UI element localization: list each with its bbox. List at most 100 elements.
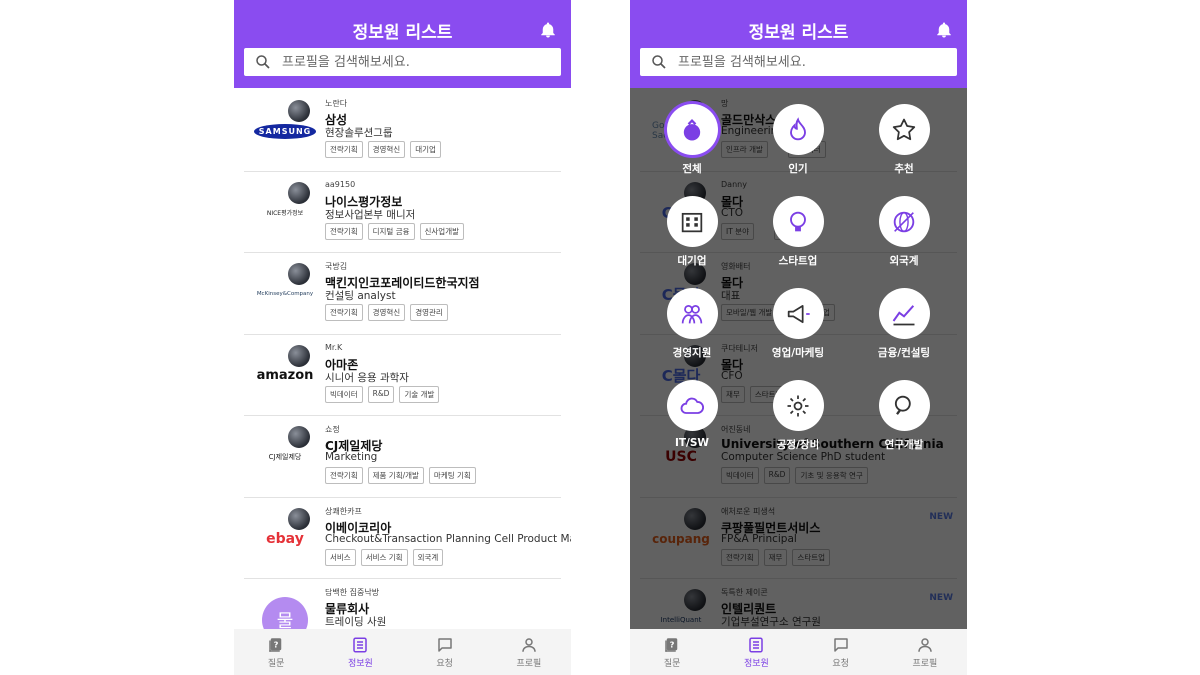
nav-request[interactable]: 요청 — [799, 629, 883, 675]
tag-chip: 신사업개발 — [419, 222, 464, 240]
magnifier-icon — [894, 395, 911, 415]
category-gear[interactable]: 공정/장비 — [763, 380, 833, 452]
tag-chip: 마케팅 기획 — [428, 467, 476, 484]
question-icon: ? — [665, 637, 678, 652]
category-magnifier[interactable]: 연구개발 — [869, 380, 939, 452]
profile-card[interactable]: ebay 상쾌한카프 이베이코리아 Checkout&Transaction Plan… — [244, 498, 571, 579]
nav-request[interactable]: 요청 — [403, 629, 487, 675]
category-megaphone[interactable]: 영업/마케팅 — [763, 288, 833, 360]
tag-list: 전략기획 디지털 금융 신사업개발 — [325, 222, 464, 240]
category-star[interactable]: 추천 — [869, 104, 939, 176]
bell-icon[interactable] — [935, 20, 953, 40]
tag-chip: 외국계 — [412, 548, 444, 566]
nav-request-label: 요청 — [832, 658, 849, 669]
profile-card[interactable]: McKinsey&Company 국방김 맥킨지인코포레이티드한국지점 컨설팅 ana… — [244, 253, 561, 335]
avatar — [288, 263, 310, 285]
search-bar[interactable] — [244, 48, 561, 76]
avatar — [288, 344, 310, 367]
tag-chip: R&D — [367, 385, 395, 403]
tag-list: 전략기획 경영혁신 대기업 — [325, 141, 441, 158]
category-pouch[interactable]: 전체 — [657, 104, 727, 176]
category-circle — [878, 196, 930, 247]
profile-card[interactable]: NICE평가정보 aa9150 나이스평가정보 정보사업본부 매니저 전략기획 디지털 금… — [244, 172, 561, 253]
tag-chip: 전략기획 — [325, 304, 363, 321]
phone-screen-category: 정보원 리스트 Goldman Sachs망골드만삭스Engineering인프… — [630, 0, 967, 675]
tag-chip: 경영관리 — [410, 304, 448, 321]
category-label: 대기업 — [677, 255, 707, 267]
nav-question[interactable]: ? 질문 — [234, 629, 318, 675]
person-icon — [918, 637, 932, 652]
company-logo-text: NICE평가정보 — [266, 210, 304, 217]
star-icon — [892, 118, 916, 140]
avatar — [288, 426, 310, 448]
category-flame[interactable]: 인기 — [763, 104, 833, 176]
category-label: 추천 — [894, 163, 914, 175]
nav-request-label: 요청 — [436, 658, 453, 669]
nav-profile-label: 프로필 — [516, 658, 542, 669]
category-circle — [772, 288, 824, 339]
nav-question-label: 질문 — [267, 658, 285, 669]
profile-card[interactable]: amazon Mr.K 아마존 시니어 응용 과학자 빅데이터 R&D 기술 개발 — [244, 335, 561, 416]
category-circle — [666, 288, 718, 339]
search-input[interactable] — [678, 51, 948, 73]
tag-chip: 경영혁신 — [367, 304, 406, 321]
tag-chip: 제품 기획/개발 — [367, 467, 424, 484]
category-people[interactable]: 경영지원 — [657, 288, 727, 360]
nav-profile[interactable]: 프로필 — [883, 629, 967, 675]
search-bar[interactable] — [640, 48, 957, 76]
bulb-icon — [790, 211, 806, 231]
nav-informant-label: 정보원 — [743, 658, 769, 669]
tag-list: 전략기획 경영혁신 경영관리 — [325, 304, 448, 321]
job-role: 현장솔루션그룹 — [325, 127, 393, 139]
tag-chip: 기술 개발 — [399, 385, 440, 403]
company-logo-text: SAMSUNG — [253, 123, 317, 139]
bell-icon[interactable] — [539, 20, 557, 40]
category-cloud[interactable]: IT/SW — [657, 380, 727, 449]
app-header: 정보원 리스트 — [234, 0, 571, 88]
search-input[interactable] — [282, 51, 552, 73]
category-globe[interactable]: 외국계 — [869, 196, 939, 268]
user-nickname: 국방김 — [325, 262, 348, 271]
list-icon — [353, 637, 368, 652]
chart-icon — [892, 304, 915, 325]
category-circle — [772, 104, 824, 155]
nav-informant[interactable]: 정보원 — [714, 629, 798, 675]
category-building[interactable]: 대기업 — [657, 196, 727, 268]
tag-chip: 서비스 기획 — [360, 548, 408, 566]
page-title: 정보원 리스트 — [748, 23, 849, 43]
company-logo-text: McKinsey&Company — [256, 291, 314, 297]
chat-icon — [833, 637, 848, 652]
category-bulb[interactable]: 스타트업 — [763, 196, 833, 268]
category-circle — [666, 104, 718, 155]
nav-question[interactable]: ? 질문 — [630, 629, 714, 675]
tag-chip: 전략기획 — [325, 467, 363, 484]
flame-icon — [790, 116, 806, 140]
category-label: 금융/컨설팅 — [877, 347, 931, 359]
search-icon — [652, 55, 666, 69]
bottom-nav: ? 질문 정보원 요청 프로필 — [234, 629, 571, 675]
category-label: 공정/장비 — [776, 439, 820, 451]
profile-card[interactable]: SAMSUNG 노란다 삼성 현장솔루션그룹 전략기획 경영혁신 대기업 — [244, 90, 561, 172]
category-overlay[interactable]: 전체 인기 추천대기업 스타트업 외국계경영지원 영업/마케팅 금융/컨설팅 IT/SW 공정/… — [630, 88, 967, 629]
user-nickname: 담백한 집중낙방 — [325, 588, 380, 597]
category-label: 영업/마케팅 — [771, 347, 825, 359]
category-label: 외국계 — [889, 255, 919, 267]
category-circle — [878, 380, 930, 431]
category-circle — [878, 288, 930, 339]
user-nickname: Mr.K — [325, 342, 343, 352]
category-circle — [878, 104, 930, 155]
category-circle — [772, 196, 824, 247]
category-chart[interactable]: 금융/컨설팅 — [869, 288, 939, 360]
person-icon — [522, 637, 536, 652]
megaphone-icon — [787, 304, 810, 323]
job-role: 트레이딩 사원 — [325, 616, 387, 628]
nav-profile[interactable]: 프로필 — [487, 629, 571, 675]
pouch-icon — [683, 118, 701, 140]
search-icon — [256, 55, 270, 69]
nav-informant[interactable]: 정보원 — [318, 629, 402, 675]
tag-chip: 경영혁신 — [367, 141, 406, 158]
profile-card[interactable]: CJ제일제당 쇼정 CJ제일제당 Marketing 전략기획 제품 기획/개발 마케팅 기… — [244, 416, 561, 498]
phone-screen-list: 정보원 리스트 SAMSUNG노란다삼성현장솔루션그룹전략기획경영혁신대기업NI… — [234, 0, 571, 675]
tag-list: 서비스 서비스 기획 외국계 — [325, 548, 444, 566]
svg-text:?: ? — [274, 639, 279, 649]
